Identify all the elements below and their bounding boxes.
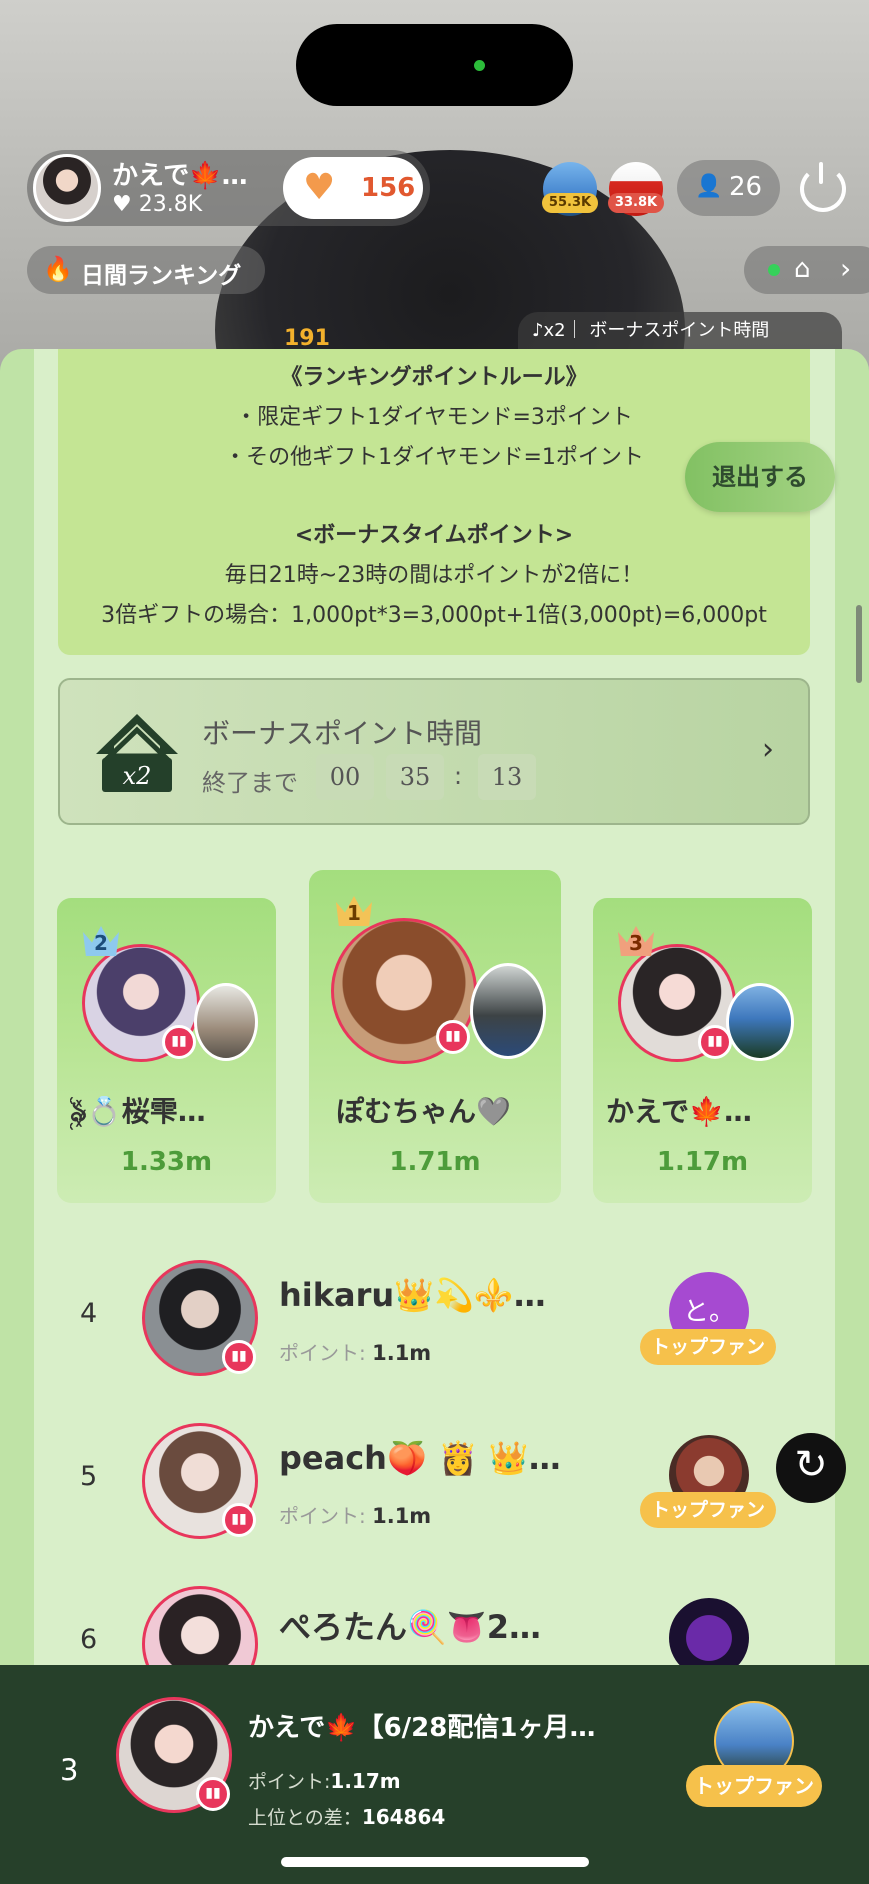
bonus-rules-title: <ボーナスタイムポイント> (294, 523, 574, 548)
refresh-icon[interactable]: ↻ (776, 1433, 846, 1503)
like-count: 156 (361, 173, 416, 203)
my-rank: 3 (60, 1753, 79, 1787)
list-points: 1.1m (372, 1341, 432, 1365)
podium-3-name: かえで🍁… (606, 1095, 753, 1128)
top-fan-badge: トップファン (640, 1329, 776, 1365)
podium-3-points: 1.17m (656, 1147, 749, 1177)
list-name[interactable]: peach🍑 👸 👑… (279, 1439, 561, 1477)
timer-hours: 00 (316, 754, 374, 800)
svg-text:x2: x2 (123, 762, 152, 790)
live-badge-icon: ▮▮ (222, 1503, 256, 1537)
my-points-label: ポイント: (248, 1771, 331, 1793)
viewer-count-button[interactable]: 👤 26 (677, 160, 780, 216)
person-icon: 👤 (695, 174, 723, 199)
flame-icon: 🔥 (43, 255, 73, 283)
viewer-count: 26 (729, 172, 763, 202)
exit-button[interactable]: 退出する (685, 442, 835, 512)
dynamic-island (296, 24, 573, 106)
podium-2-points: 1.33m (120, 1147, 213, 1177)
live-badge-icon: ▮▮ (196, 1777, 230, 1811)
live-dot-icon (768, 264, 780, 276)
list-rank: 4 (80, 1298, 98, 1329)
explore-button[interactable]: ⌂ › (744, 246, 869, 294)
podium-2-name: ꙰ঌ💍桜雫… (70, 1095, 206, 1128)
daily-ranking-label: 日間ランキング (81, 263, 242, 289)
home-icon: ⌂ (794, 254, 811, 284)
list-points-label: ポイント: (279, 1504, 366, 1528)
double-arrow-icon: x2 (96, 714, 178, 792)
podium-3-fan-avatar[interactable] (726, 983, 794, 1061)
camera-indicator (474, 60, 485, 71)
chevron-right-icon: › (840, 252, 852, 285)
heart-icon: ♥ (303, 167, 336, 208)
my-rank-bar[interactable]: 3 ▮▮ かえで🍁【6/28配信1ヶ月… ポイント:1.17m 上位との差：16… (0, 1665, 869, 1884)
like-button[interactable]: ♥ 156 (283, 157, 423, 219)
host-likes: ♥ 23.8K (112, 192, 203, 217)
live-badge-icon: ▮▮ (698, 1025, 732, 1059)
top-gifter-value-2: 33.8K (608, 193, 664, 213)
list-rank: 6 (80, 1624, 98, 1655)
host-name: かえで🍁… (112, 161, 248, 191)
rules-line-1: ・限定ギフト1ダイヤモンド=3ポイント (235, 405, 633, 430)
bonus-rules-line-2: 3倍ギフトの場合：1,000pt*3=3,000pt+1倍(3,000pt)=6… (101, 603, 767, 628)
my-diff-label: 上位との差： (248, 1807, 362, 1829)
live-badge-icon: ▮▮ (436, 1020, 470, 1054)
chevron-right-icon: › (762, 732, 774, 767)
stream-peek-number: 191 (284, 326, 330, 351)
scrollbar[interactable] (856, 605, 862, 683)
live-badge-icon: ▮▮ (222, 1340, 256, 1374)
list-name[interactable]: ぺろたん🍭👅2… (279, 1602, 541, 1648)
list-points: 1.1m (372, 1504, 432, 1528)
bonus-point-timer-card[interactable]: x2 ボーナスポイント時間 終了まで 00 : 35 : 13 › (58, 678, 810, 825)
my-points: 1.17m (330, 1769, 401, 1793)
rules-title: 《ランキングポイントルール》 (280, 365, 588, 390)
power-icon[interactable] (800, 162, 846, 212)
host-avatar[interactable] (33, 154, 101, 222)
list-name[interactable]: hikaru👑💫⚜️… (279, 1276, 546, 1314)
bonus-rules-line-1: 毎日21時~23時の間はポイントが2倍に！ (224, 563, 644, 588)
timer-minutes: 35 (386, 754, 444, 800)
podium-1-fan-avatar[interactable] (470, 963, 546, 1059)
timer-separator: : (454, 762, 463, 790)
list-points-label: ポイント: (279, 1341, 366, 1365)
timer-seconds: 13 (478, 754, 536, 800)
podium-1-name: ぽむちゃん🩶 (336, 1095, 511, 1128)
bonus-time-banner[interactable]: ♪x2｜ ボーナスポイント時間 (518, 312, 842, 352)
bonus-card-until-label: 終了まで (202, 769, 298, 797)
podium-1-points: 1.71m (389, 1147, 481, 1177)
live-badge-icon: ▮▮ (162, 1025, 196, 1059)
top-fan-badge: トップファン (640, 1492, 776, 1528)
my-diff: 164864 (361, 1805, 446, 1829)
my-name: かえで🍁【6/28配信1ヶ月… (248, 1713, 596, 1743)
top-gifter-value-1: 55.3K (542, 193, 598, 213)
home-indicator[interactable] (281, 1857, 589, 1867)
list-rank: 5 (80, 1461, 98, 1492)
top-fan-badge: トップファン (686, 1765, 822, 1807)
daily-ranking-button[interactable]: 🔥 日間ランキング (27, 246, 265, 294)
podium-2-fan-avatar[interactable] (194, 983, 258, 1061)
bonus-card-title: ボーナスポイント時間 (202, 717, 483, 750)
